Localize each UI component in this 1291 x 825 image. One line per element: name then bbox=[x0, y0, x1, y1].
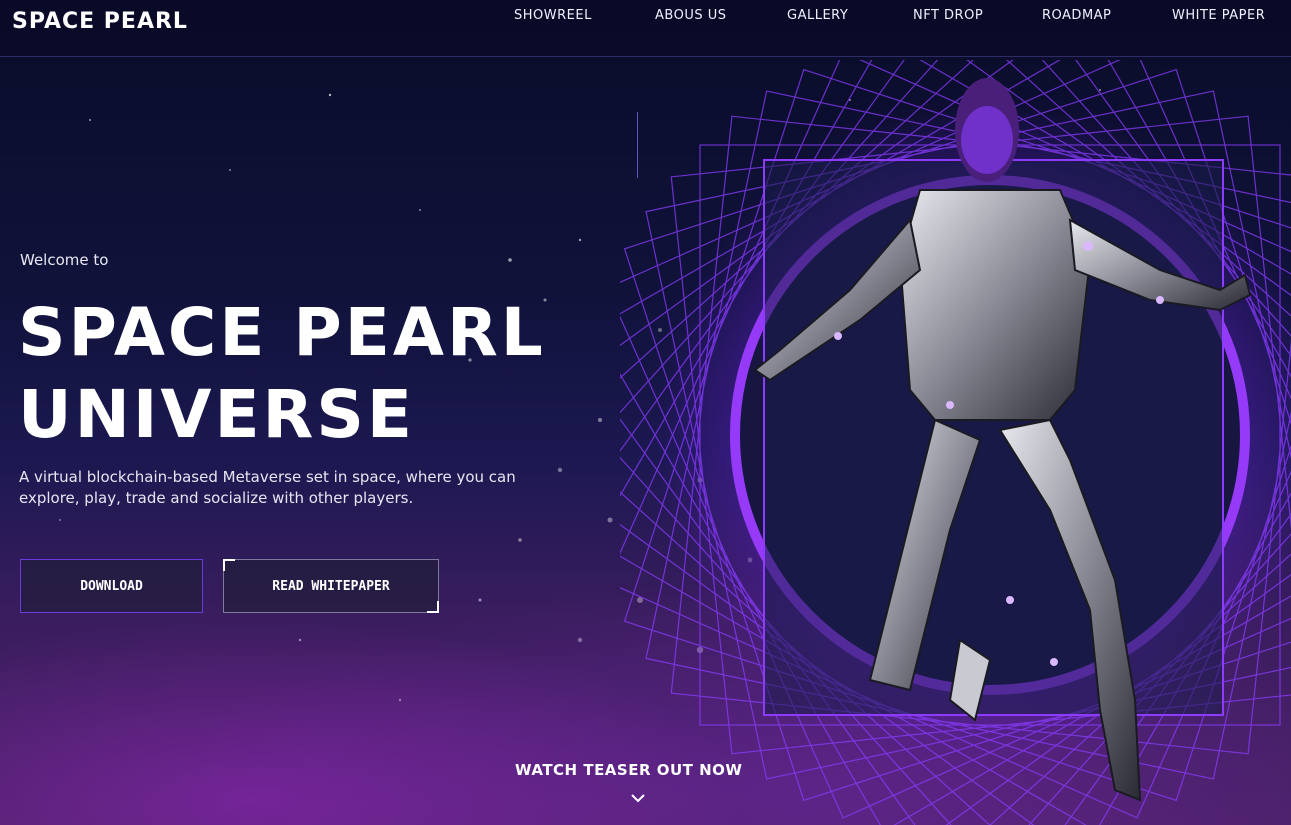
nav-about-us[interactable]: ABOUS US bbox=[655, 8, 726, 23]
corner-accent-top-left bbox=[223, 559, 235, 571]
site-logo[interactable]: SPACE PEARL bbox=[12, 9, 188, 34]
chevron-down-icon[interactable] bbox=[630, 793, 646, 805]
divider-line bbox=[637, 112, 638, 178]
welcome-text: Welcome to bbox=[20, 251, 109, 269]
nav-roadmap[interactable]: ROADMAP bbox=[1042, 8, 1111, 23]
nav-white-paper[interactable]: WHITE PAPER bbox=[1172, 8, 1265, 23]
hero-title: SPACE PEARL UNIVERSE bbox=[18, 292, 546, 456]
read-whitepaper-label: READ WHITEPAPER bbox=[272, 578, 390, 594]
nav-showreel[interactable]: SHOWREEL bbox=[514, 8, 592, 23]
hero-artwork bbox=[620, 60, 1291, 825]
nav-gallery[interactable]: GALLERY bbox=[787, 8, 848, 23]
nav-nft-drop[interactable]: NFT DROP bbox=[913, 8, 983, 23]
read-whitepaper-button[interactable]: READ WHITEPAPER bbox=[223, 559, 439, 613]
corner-accent-bottom-right bbox=[427, 601, 439, 613]
watch-teaser-link[interactable]: WATCH TEASER OUT NOW bbox=[515, 761, 742, 779]
download-button-label: DOWNLOAD bbox=[80, 578, 143, 594]
hero-title-line-2: UNIVERSE bbox=[18, 376, 415, 453]
hero-description: A virtual blockchain-based Metaverse set… bbox=[19, 468, 516, 507]
download-button[interactable]: DOWNLOAD bbox=[20, 559, 203, 613]
hero-title-line-1: SPACE PEARL bbox=[18, 294, 546, 371]
top-navigation: SPACE PEARL SHOWREEL ABOUS US GALLERY NF… bbox=[0, 0, 1291, 57]
